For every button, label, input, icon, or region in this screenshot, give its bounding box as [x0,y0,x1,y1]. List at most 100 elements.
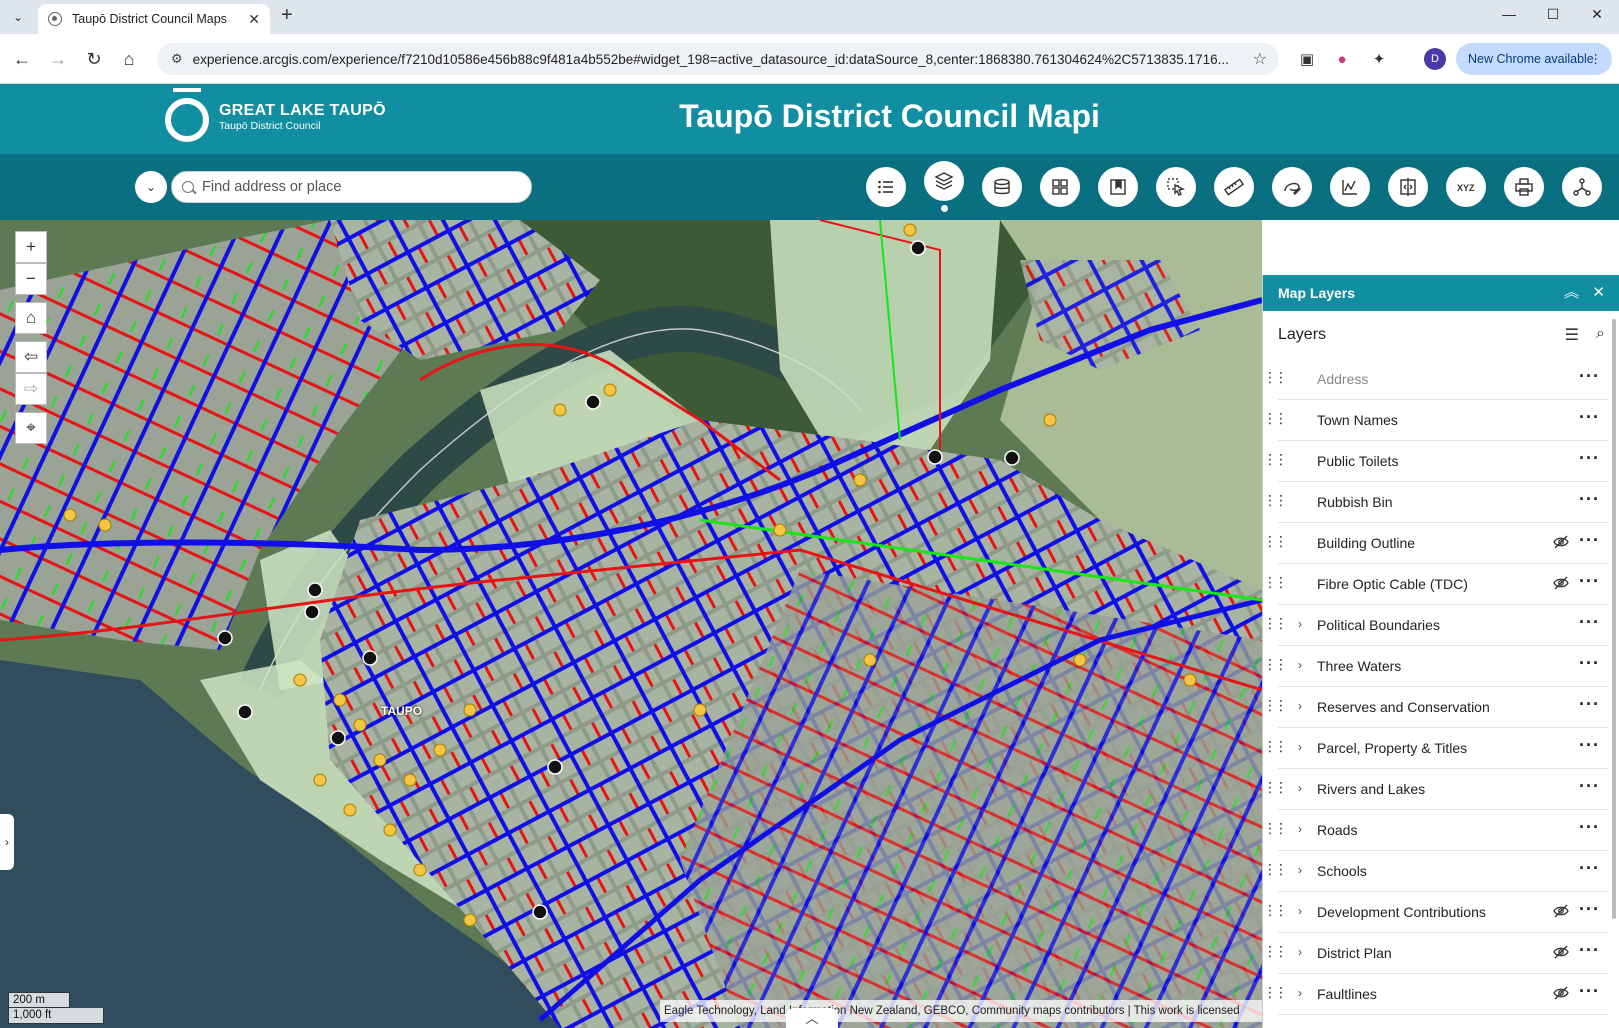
visibility-off-icon[interactable] [1553,903,1569,919]
chrome-update-button[interactable]: New Chrome available ⋮ [1456,43,1612,75]
layer-row[interactable]: Public Toilets ··· [1263,441,1608,482]
basemap-button[interactable] [982,167,1022,207]
layer-row[interactable]: Rubbish Bin ··· [1263,482,1608,523]
layer-more-options-icon[interactable]: ··· [1579,981,1600,1002]
expand-chevron-icon[interactable]: › [1298,822,1302,836]
layer-row[interactable]: › Development Contributions ··· [1263,892,1608,933]
drag-handle-icon[interactable] [1263,984,1285,1002]
expand-chevron-icon[interactable]: › [1298,986,1302,1000]
extensions-puzzle-icon[interactable]: ✦ [1368,49,1390,71]
omnibox[interactable]: ⚙ experience.arcgis.com/experience/f7210… [157,43,1279,75]
expand-chevron-icon[interactable]: › [1298,863,1302,877]
close-panel-icon[interactable]: ✕ [1592,275,1605,311]
share-button[interactable] [1562,167,1602,207]
search-source-dropdown[interactable]: ⌄ [135,171,167,203]
drag-handle-icon[interactable] [1263,533,1285,551]
draw-button[interactable] [1272,167,1312,207]
close-window-button[interactable]: ✕ [1582,6,1612,23]
new-tab-button[interactable]: + [281,4,293,27]
apps-button[interactable] [1040,167,1080,207]
back-button[interactable]: ← [10,47,34,71]
bookmark-star-icon[interactable]: ☆ [1253,49,1267,69]
expand-chevron-icon[interactable]: › [1298,781,1302,795]
forward-button[interactable]: → [46,47,70,71]
drag-handle-icon[interactable] [1263,574,1285,592]
expand-chevron-icon[interactable]: › [1298,699,1302,713]
expand-chevron-icon[interactable]: › [1298,904,1302,918]
drag-handle-icon[interactable] [1263,820,1285,838]
home-button[interactable]: ⌂ [117,47,141,71]
visibility-off-icon[interactable] [1553,575,1569,591]
reload-button[interactable]: ↻ [82,47,106,71]
layer-row[interactable]: Fibre Optic Cable (TDC) ··· [1263,564,1608,605]
layer-row[interactable]: › Political Boundaries ··· [1263,605,1608,646]
layer-row[interactable]: › Faultlines ··· [1263,974,1608,1015]
close-tab-icon[interactable]: ✕ [248,11,260,28]
locate-button[interactable]: ⌖ [15,412,47,444]
bookmark-button[interactable] [1098,167,1138,207]
url-text[interactable]: experience.arcgis.com/experience/f7210d1… [193,52,1253,67]
zoom-in-button[interactable]: + [15,231,47,263]
collapse-panel-icon[interactable]: ︽ [1564,275,1579,311]
drag-handle-icon[interactable] [1263,656,1285,674]
layers-button[interactable] [924,161,964,201]
panel-scrollbar[interactable] [1611,311,1617,931]
layer-row[interactable]: Address ··· [1263,359,1608,400]
profile-avatar[interactable]: D [1424,48,1446,70]
browser-tab[interactable]: Taupō District Council Maps ✕ [38,4,270,34]
drag-handle-icon[interactable] [1263,902,1285,920]
layer-row[interactable]: Town Names ··· [1263,400,1608,441]
layer-row[interactable]: › Rivers and Lakes ··· [1263,769,1608,810]
next-extent-button[interactable]: ⇨ [15,373,47,405]
map-canvas[interactable] [0,220,1262,1028]
expand-chevron-icon[interactable]: › [1298,658,1302,672]
layer-row[interactable]: › Three Waters ··· [1263,646,1608,687]
previous-extent-button[interactable]: ⇦ [15,341,47,373]
zoom-out-button[interactable]: − [15,263,47,295]
expand-chevron-icon[interactable]: › [1298,945,1302,959]
extension-icon[interactable]: ● [1331,49,1353,71]
layer-more-options-icon[interactable]: ··· [1579,817,1600,838]
drag-handle-icon[interactable] [1263,738,1285,756]
home-extent-button[interactable]: ⌂ [15,302,47,334]
extension-icon[interactable]: ▣ [1296,49,1318,71]
visibility-off-icon[interactable] [1553,985,1569,1001]
layer-more-options-icon[interactable]: ··· [1579,489,1600,510]
site-info-icon[interactable]: ⚙ [171,51,183,67]
layer-more-options-icon[interactable]: ··· [1579,407,1600,428]
chrome-menu-icon[interactable]: ⋮ [1590,43,1603,75]
layer-more-options-icon[interactable]: ··· [1579,366,1600,387]
drag-handle-icon[interactable] [1263,492,1285,510]
swipe-button[interactable] [1388,167,1428,207]
drag-handle-icon[interactable] [1263,943,1285,961]
search-box[interactable] [171,171,532,203]
layer-more-options-icon[interactable]: ··· [1579,735,1600,756]
layer-row[interactable]: Building Outline ··· [1263,523,1608,564]
layer-row[interactable]: › Schools ··· [1263,851,1608,892]
layer-more-options-icon[interactable]: ··· [1579,899,1600,920]
layer-more-options-icon[interactable]: ··· [1579,612,1600,633]
visibility-off-icon[interactable] [1553,534,1569,550]
layer-row[interactable]: › Parcel, Property & Titles ··· [1263,728,1608,769]
tab-search-button[interactable]: ⌄ [6,6,30,28]
visibility-off-icon[interactable] [1553,944,1569,960]
layer-more-options-icon[interactable]: ··· [1579,776,1600,797]
layer-row[interactable]: › Reserves and Conservation ··· [1263,687,1608,728]
drag-handle-icon[interactable] [1263,369,1285,387]
legend-button[interactable] [866,167,906,207]
bottom-panel-toggle[interactable]: ︿ [786,1008,838,1028]
drag-handle-icon[interactable] [1263,451,1285,469]
maximize-button[interactable]: ☐ [1538,6,1568,23]
layer-more-options-icon[interactable]: ··· [1579,694,1600,715]
layer-row[interactable]: › District Plan ··· [1263,933,1608,974]
layer-more-options-icon[interactable]: ··· [1579,571,1600,592]
drag-handle-icon[interactable] [1263,861,1285,879]
layer-more-options-icon[interactable]: ··· [1579,858,1600,879]
layer-options-icon[interactable]: ☰ [1565,325,1579,345]
select-button[interactable] [1156,167,1196,207]
drag-handle-icon[interactable] [1263,779,1285,797]
layer-more-options-icon[interactable]: ··· [1579,940,1600,961]
minimize-button[interactable]: — [1494,6,1524,22]
drag-handle-icon[interactable] [1263,697,1285,715]
map-view[interactable]: TAUPO + − ⌂ ⇦ ⇨ ⌖ › 200 m 1,000 ft Eagle… [0,220,1262,1028]
